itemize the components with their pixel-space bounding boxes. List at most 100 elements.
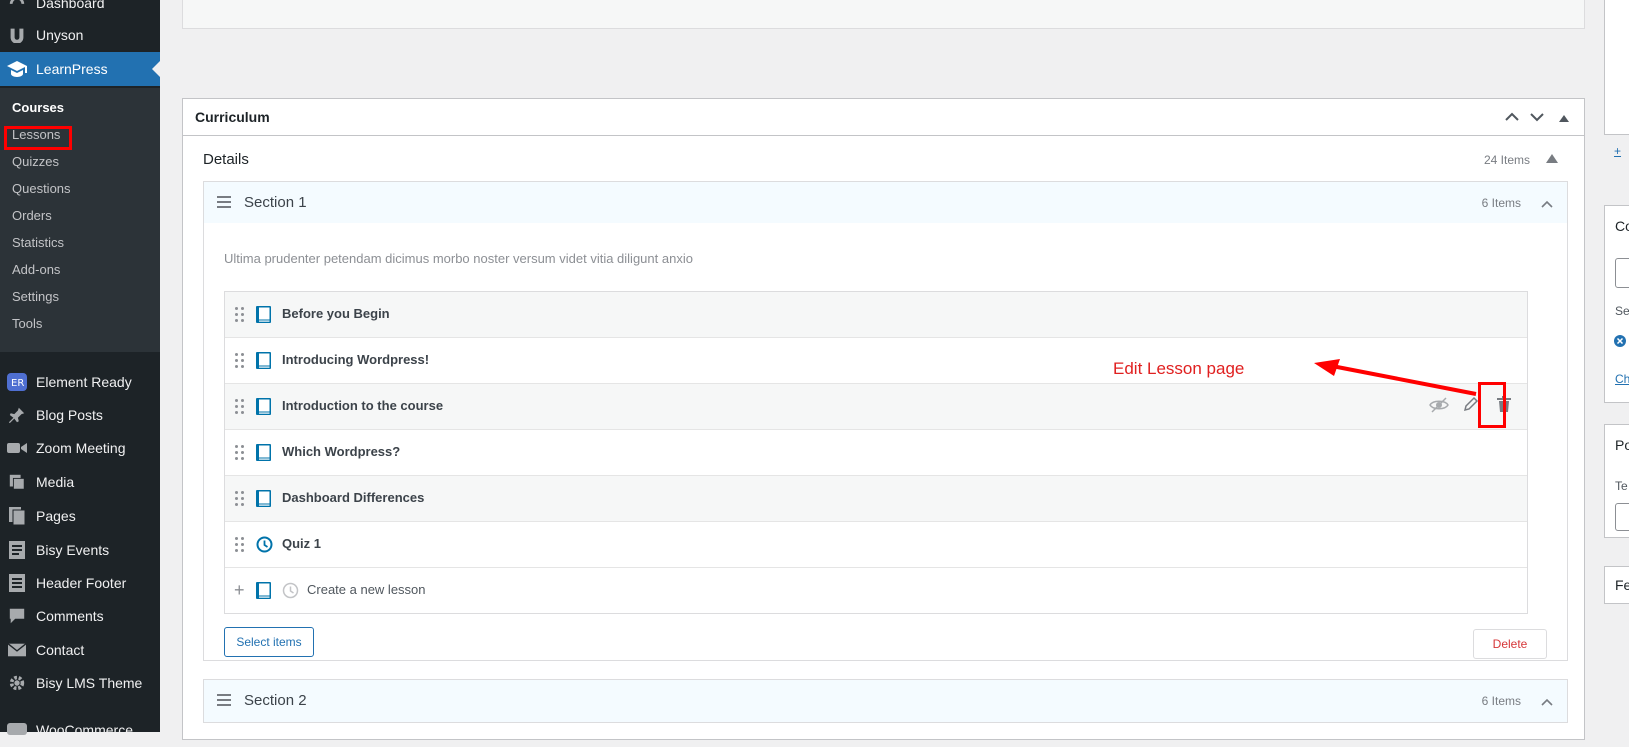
submenu-add-ons[interactable]: Add-ons	[12, 260, 60, 280]
element-ready-icon: ER	[7, 372, 27, 392]
submenu-statistics[interactable]: Statistics	[12, 233, 64, 253]
previous-metabox	[182, 0, 1585, 29]
menu-element-ready[interactable]: ER Element Ready	[0, 365, 160, 399]
annotation-arrow	[1314, 359, 1477, 396]
drag-handle-icon[interactable]	[235, 445, 245, 461]
drag-section-icon[interactable]	[217, 694, 231, 706]
menu-media[interactable]: Media	[0, 465, 160, 499]
drag-handle-icon[interactable]	[235, 307, 245, 323]
move-up-icon[interactable]	[1502, 107, 1522, 127]
submenu-quizzes[interactable]: Quizzes	[12, 152, 59, 172]
lessons-highlight-box	[4, 126, 72, 150]
pages-icon	[7, 506, 27, 526]
woocommerce-icon	[7, 720, 27, 740]
lesson-book-icon	[256, 490, 271, 507]
edit-highlight-box	[1478, 382, 1506, 428]
panel-select[interactable]	[1615, 503, 1629, 531]
quiz-clock-icon[interactable]	[282, 582, 299, 604]
unyson-icon	[7, 25, 27, 45]
menu-label: Pages	[36, 508, 76, 524]
submenu-courses[interactable]: Courses	[12, 98, 64, 118]
learnpress-cap-icon	[7, 59, 27, 79]
menu-label: Bisy LMS Theme	[36, 675, 143, 691]
right-add-link[interactable]: +	[1614, 144, 1621, 158]
new-lesson-input[interactable]: Create a new lesson	[307, 582, 426, 597]
panel-link[interactable]: Ch	[1615, 372, 1629, 386]
curriculum-title: Curriculum	[195, 109, 270, 125]
delete-section-button[interactable]: Delete	[1473, 629, 1547, 659]
menu-bisy-lms-theme[interactable]: Bisy LMS Theme	[0, 666, 160, 700]
menu-woocommerce[interactable]: WooCommerce	[0, 713, 160, 747]
list-item[interactable]: Dashboard Differences	[225, 476, 1527, 522]
chevron-up-icon[interactable]	[1541, 694, 1553, 709]
toggle-panel-icon[interactable]	[1554, 107, 1574, 127]
active-arrow	[152, 61, 160, 77]
menu-label: LearnPress	[36, 61, 108, 77]
move-down-icon[interactable]	[1527, 107, 1547, 127]
collapse-all-icon[interactable]	[1546, 154, 1558, 163]
list-item[interactable]: Which Wordpress?	[225, 430, 1527, 476]
admin-sidebar: Dashboard Unyson LearnPress Courses Less…	[0, 0, 160, 738]
menu-bisy-events[interactable]: Bisy Events	[0, 533, 160, 567]
right-panel-fe: Fe	[1604, 566, 1629, 604]
media-icon	[7, 472, 27, 492]
section-name[interactable]: Section 1	[244, 194, 307, 211]
drag-section-icon[interactable]	[217, 196, 231, 208]
edit-pencil-icon[interactable]	[1463, 396, 1479, 417]
drag-handle-icon[interactable]	[235, 399, 245, 415]
remove-circle-icon[interactable]	[1613, 334, 1627, 351]
annotation-text: Edit Lesson page	[1113, 359, 1245, 378]
item-title[interactable]: Introducing Wordpress!	[282, 352, 429, 367]
item-title[interactable]: Dashboard Differences	[282, 490, 424, 505]
list-item[interactable]: Before you Begin	[225, 292, 1527, 338]
item-title[interactable]: Quiz 1	[282, 536, 321, 551]
menu-label: Comments	[36, 608, 104, 624]
menu-unyson[interactable]: Unyson	[0, 18, 160, 52]
drag-handle-icon[interactable]	[235, 491, 245, 507]
right-panel-po: Po Te	[1604, 424, 1629, 538]
menu-comments[interactable]: Comments	[0, 599, 160, 633]
submenu-settings[interactable]: Settings	[12, 287, 59, 307]
menu-label: Dashboard	[36, 0, 105, 11]
menu-label: Unyson	[36, 27, 84, 43]
events-icon	[7, 540, 27, 560]
lesson-book-icon	[256, 444, 271, 461]
menu-learnpress[interactable]: LearnPress	[0, 52, 160, 86]
submenu-tools[interactable]: Tools	[12, 314, 42, 334]
submenu-orders[interactable]: Orders	[12, 206, 52, 226]
menu-label: Contact	[36, 642, 85, 658]
hide-eye-icon[interactable]	[1429, 396, 1449, 419]
lesson-book-icon	[256, 398, 271, 415]
right-panel-co: Co Se Ch	[1604, 205, 1629, 403]
curriculum-header: Curriculum	[183, 99, 1584, 136]
menu-dashboard[interactable]: Dashboard	[0, 0, 160, 20]
chevron-up-icon[interactable]	[1541, 196, 1553, 211]
menu-label: Element Ready	[36, 374, 132, 390]
section-header[interactable]: Section 1 6 Items	[203, 181, 1568, 225]
section-header[interactable]: Section 2 6 Items	[203, 679, 1568, 723]
menu-label: WooCommerce	[36, 722, 133, 738]
item-title[interactable]: Introduction to the course	[282, 398, 443, 413]
section-items-list: Before you Begin Introducing Wordpress! …	[224, 291, 1528, 614]
list-item[interactable]: Quiz 1	[225, 522, 1527, 568]
panel-input[interactable]	[1615, 258, 1629, 288]
menu-label: Zoom Meeting	[36, 440, 126, 456]
menu-blog-posts[interactable]: Blog Posts	[0, 398, 160, 432]
panel-heading: Fe	[1615, 577, 1629, 593]
menu-header-footer[interactable]: Header Footer	[0, 566, 160, 600]
menu-pages[interactable]: Pages	[0, 499, 160, 533]
item-title[interactable]: Which Wordpress?	[282, 444, 400, 459]
select-items-button[interactable]: Select items	[224, 627, 314, 657]
drag-handle-icon[interactable]	[235, 537, 245, 553]
menu-contact[interactable]: Contact	[0, 633, 160, 667]
comments-icon	[7, 606, 27, 626]
panel-heading: Po	[1615, 437, 1629, 453]
section-name[interactable]: Section 2	[244, 692, 307, 709]
submenu-questions[interactable]: Questions	[12, 179, 71, 199]
drag-handle-icon[interactable]	[235, 353, 245, 369]
lesson-book-icon[interactable]	[256, 582, 271, 599]
menu-zoom-meeting[interactable]: Zoom Meeting	[0, 431, 160, 465]
item-title[interactable]: Before you Begin	[282, 306, 390, 321]
svg-text:ER: ER	[11, 378, 24, 389]
panel-label: Te	[1615, 479, 1628, 493]
